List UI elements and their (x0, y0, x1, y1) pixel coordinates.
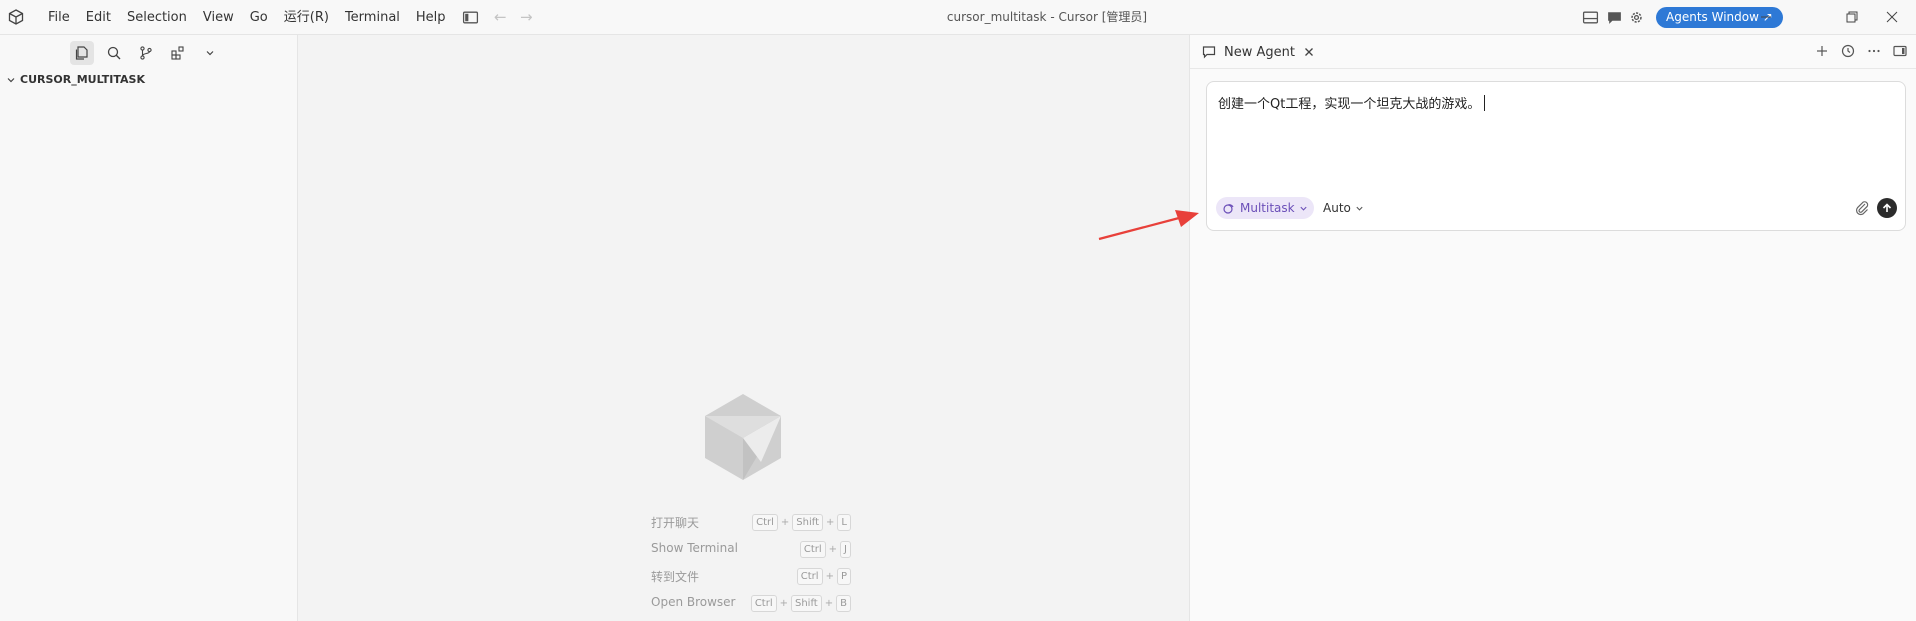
model-label: Auto (1323, 201, 1351, 215)
key-cap: Ctrl (799, 541, 826, 558)
explorer-folder-header[interactable]: CURSOR_MULTITASK (6, 73, 145, 86)
panel-layout-icon[interactable] (1582, 9, 1599, 26)
history-icon[interactable] (1840, 43, 1856, 59)
arrow-up-icon (1882, 203, 1892, 212)
toggle-panel-icon[interactable] (1892, 43, 1908, 59)
shortcut-label: Open Browser (651, 595, 736, 609)
close-window-icon[interactable] (1881, 7, 1903, 27)
menu-edit[interactable]: Edit (78, 6, 119, 30)
restore-icon[interactable] (1840, 7, 1862, 27)
menu-run[interactable]: 运行(R) (276, 6, 337, 30)
shortcut-label: Show Terminal (651, 541, 738, 555)
gear-icon[interactable] (1628, 9, 1645, 26)
close-icon[interactable] (1303, 46, 1315, 58)
title-bar: File Edit Selection View Go 运行(R) Termin… (0, 0, 1916, 35)
key-cap: B (836, 595, 851, 612)
chevron-down-icon (206, 51, 214, 56)
more-icon[interactable] (1866, 43, 1882, 59)
files-icon (75, 46, 88, 60)
shortcut-hints: 打开聊天 Ctrl + Shift + L Show Terminal Ctrl + … (651, 510, 851, 618)
search-button[interactable] (102, 41, 126, 65)
key-cap: P (836, 568, 851, 585)
key-cap: Ctrl (796, 568, 823, 585)
chat-icon[interactable] (1606, 9, 1623, 26)
shortcut-show-terminal: Show Terminal Ctrl + J (651, 537, 851, 564)
shortcut-open-browser: Open Browser Ctrl + Shift + B (651, 591, 851, 618)
search-icon (107, 46, 121, 60)
shortcut-label: 打开聊天 (651, 516, 700, 530)
agent-panel: New Agent 创建一个Qt工程，实现一个坦克大战的游戏。 Multitas… (1190, 35, 1916, 621)
cursor-logo-icon[interactable] (8, 9, 24, 25)
chevron-down-icon (1356, 206, 1363, 211)
send-button[interactable] (1877, 198, 1897, 218)
key-cap: Shift (791, 595, 822, 612)
mode-selector[interactable]: Multitask (1216, 197, 1314, 219)
text-caret (1484, 95, 1486, 111)
key-cap: L (837, 514, 851, 531)
minimize-icon[interactable] (1755, 7, 1777, 27)
menu-file[interactable]: File (40, 6, 78, 30)
agent-tab-bar: New Agent (1190, 35, 1916, 69)
source-control-icon (140, 46, 152, 60)
shortcut-go-to-file: 转到文件 Ctrl + P (651, 564, 851, 591)
paperclip-icon[interactable] (1853, 199, 1871, 217)
menu-bar: File Edit Selection View Go 运行(R) Termin… (40, 0, 454, 35)
key-cap: Ctrl (752, 514, 778, 531)
prompt-text: 创建一个Qt工程，实现一个坦克大战的游戏。 (1218, 97, 1481, 112)
prompt-input[interactable]: 创建一个Qt工程，实现一个坦克大战的游戏。 (1218, 93, 1486, 112)
menu-go[interactable]: Go (242, 6, 276, 30)
mode-label: Multitask (1240, 201, 1295, 215)
chevron-down-icon (1300, 206, 1307, 211)
chat-bubble-icon (1202, 46, 1216, 59)
shortcut-label: 转到文件 (651, 570, 700, 584)
agent-composer[interactable]: 创建一个Qt工程，实现一个坦克大战的游戏。 Multitask Auto (1206, 81, 1906, 231)
shortcut-open-chat: 打开聊天 Ctrl + Shift + L (651, 510, 851, 537)
menu-help[interactable]: Help (408, 6, 454, 30)
annotation-arrow (1098, 210, 1199, 241)
agents-window-label: Agents Window (1666, 10, 1759, 24)
plus-icon[interactable] (1814, 43, 1830, 59)
extensions-icon (171, 46, 184, 60)
cursor-watermark-icon (705, 394, 781, 480)
chevron-down-icon (7, 77, 15, 82)
activity-bar (70, 41, 222, 65)
menu-selection[interactable]: Selection (119, 6, 195, 30)
multitask-icon (1223, 204, 1234, 214)
explorer-button[interactable] (70, 41, 94, 65)
toggle-sidebar-icon[interactable] (462, 9, 479, 26)
source-control-button[interactable] (134, 41, 158, 65)
back-arrow-icon[interactable]: ← (494, 8, 507, 26)
model-selector[interactable]: Auto (1323, 197, 1364, 219)
agent-tab[interactable]: New Agent (1196, 40, 1321, 64)
menu-terminal[interactable]: Terminal (337, 6, 408, 30)
explorer-folder-name: CURSOR_MULTITASK (20, 73, 145, 86)
agent-tab-label: New Agent (1224, 44, 1295, 60)
extensions-button[interactable] (166, 41, 190, 65)
key-cap: Ctrl (750, 595, 777, 612)
key-cap: Shift (792, 514, 824, 531)
sidebar: CURSOR_MULTITASK (0, 35, 298, 621)
editor-area: 打开聊天 Ctrl + Shift + L Show Terminal Ctrl + … (298, 35, 1190, 621)
menu-view[interactable]: View (195, 6, 242, 30)
agent-tab-actions (1814, 43, 1908, 59)
forward-arrow-icon[interactable]: → (520, 8, 533, 26)
key-cap: J (840, 541, 851, 558)
more-views-button[interactable] (198, 41, 222, 65)
